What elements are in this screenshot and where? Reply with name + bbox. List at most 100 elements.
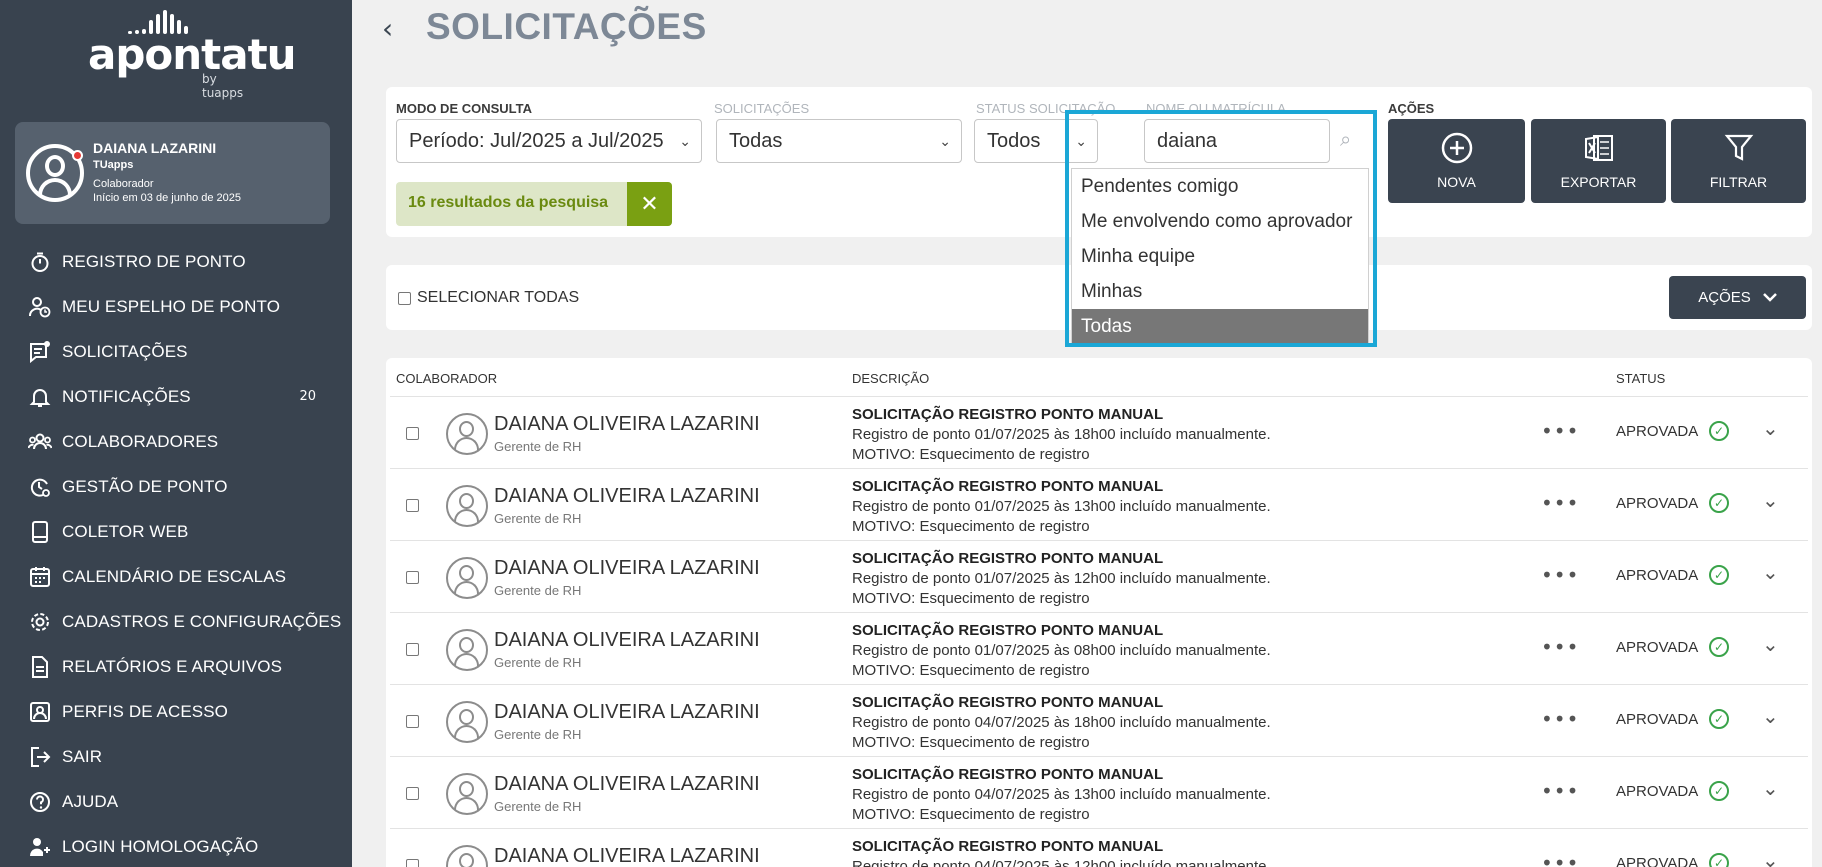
user-card[interactable]: DAIANA LAZARINI TUapps Colaborador Iníci… <box>15 122 330 224</box>
nav-cadastros-e-configuracoes[interactable]: CADASTROS E CONFIGURAÇÕES <box>0 599 352 644</box>
user-since: Início em 03 de junho de 2025 <box>93 192 242 204</box>
employee-role: Gerente de RH <box>494 727 582 742</box>
nav-coletor-web[interactable]: COLETOR WEB <box>0 509 352 554</box>
status-text: APROVADA <box>1616 639 1699 656</box>
user-company: TUapps <box>93 159 134 171</box>
status-text: APROVADA <box>1616 855 1699 867</box>
bell-icon <box>28 385 52 409</box>
check-circle-icon: ✓ <box>1709 637 1729 657</box>
bulk-actions-label: AÇÕES <box>1698 289 1751 306</box>
employee-role: Gerente de RH <box>494 511 582 526</box>
check-circle-icon: ✓ <box>1709 493 1729 513</box>
export-button-label: EXPORTAR <box>1560 174 1637 190</box>
nav-notificacoes[interactable]: NOTIFICAÇÕES 20 <box>0 374 352 419</box>
status-text: APROVADA <box>1616 783 1699 800</box>
more-options-icon[interactable]: ••• <box>1541 491 1579 515</box>
more-options-icon[interactable]: ••• <box>1541 851 1579 867</box>
nav-calendario-de-escalas[interactable]: CALENDÁRIO DE ESCALAS <box>0 554 352 599</box>
row-checkbox[interactable] <box>406 787 419 800</box>
id-badge-icon <box>28 700 52 724</box>
tablet-icon <box>28 520 52 544</box>
mode-select[interactable]: Período: Jul/2025 a Jul/2025 ⌄ <box>396 119 702 163</box>
page-title: SOLICITAÇÕES <box>426 6 707 47</box>
expand-chevron-icon[interactable]: ⌄ <box>1762 416 1779 440</box>
clear-results-button[interactable]: ✕ <box>627 182 672 226</box>
logout-icon <box>28 745 52 769</box>
table-row[interactable]: DAIANA OLIVEIRA LAZARINI Gerente de RH S… <box>390 540 1808 612</box>
export-button[interactable]: EXPORTAR <box>1531 119 1666 203</box>
row-checkbox[interactable] <box>406 715 419 728</box>
nav-perfis-de-acesso[interactable]: PERFIS DE ACESSO <box>0 689 352 734</box>
employee-name: DAIANA OLIVEIRA LAZARINI <box>494 845 760 867</box>
back-chevron-icon[interactable]: ‹ <box>382 12 393 45</box>
nav-meu-espelho-de-ponto[interactable]: MEU ESPELHO DE PONTO <box>0 284 352 329</box>
status-select[interactable]: Todos ⌄ <box>974 119 1098 163</box>
filter-button[interactable]: FILTRAR <box>1671 119 1806 203</box>
new-button[interactable]: NOVA <box>1388 119 1525 203</box>
user-clock-icon <box>28 295 52 319</box>
employee-avatar-icon <box>446 557 488 599</box>
dropdown-option-todas[interactable]: Todas <box>1072 309 1368 344</box>
employee-avatar-icon <box>446 485 488 527</box>
main-content: ‹ SOLICITAÇÕES MODO DE CONSULTA Período:… <box>352 0 1822 867</box>
checkbox-box[interactable] <box>398 291 411 305</box>
table-row[interactable]: DAIANA OLIVEIRA LAZARINI Gerente de RH S… <box>390 396 1808 468</box>
expand-chevron-icon[interactable]: ⌄ <box>1762 632 1779 656</box>
solicitacoes-select[interactable]: Todas ⌄ <box>716 119 962 163</box>
more-options-icon[interactable]: ••• <box>1541 707 1579 731</box>
nav-gestao-de-ponto[interactable]: GESTÃO DE PONTO <box>0 464 352 509</box>
nav-label: COLETOR WEB <box>62 521 189 541</box>
nav-relatorios-e-arquivos[interactable]: RELATÓRIOS E ARQUIVOS <box>0 644 352 689</box>
more-options-icon[interactable]: ••• <box>1541 779 1579 803</box>
select-all-checkbox[interactable]: SELECIONAR TODAS <box>398 289 579 307</box>
results-pill: 16 resultados da pesquisa ✕ <box>396 182 672 226</box>
more-options-icon[interactable]: ••• <box>1541 419 1579 443</box>
name-search-input[interactable]: daiana <box>1144 119 1330 163</box>
nav-colaboradores[interactable]: COLABORADORES <box>0 419 352 464</box>
request-title: SOLICITAÇÃO REGISTRO PONTO MANUAL <box>852 694 1164 711</box>
nav-label: SAIR <box>62 746 103 766</box>
request-reason: MOTIVO: Esquecimento de registro <box>852 806 1090 823</box>
request-description: SOLICITAÇÃO REGISTRO PONTO MANUAL Regist… <box>852 765 1271 825</box>
request-title: SOLICITAÇÃO REGISTRO PONTO MANUAL <box>852 766 1164 783</box>
expand-chevron-icon[interactable]: ⌄ <box>1762 704 1779 728</box>
row-checkbox[interactable] <box>406 643 419 656</box>
employee-name: DAIANA OLIVEIRA LAZARINI <box>494 629 760 651</box>
search-icon[interactable]: ⌕ <box>1340 127 1351 151</box>
clock-gear-icon <box>28 475 52 499</box>
expand-chevron-icon[interactable]: ⌄ <box>1762 848 1779 867</box>
dropdown-option-minha-equipe[interactable]: Minha equipe <box>1072 239 1368 274</box>
filter-button-label: FILTRAR <box>1709 174 1768 190</box>
nav-solicitacoes[interactable]: SOLICITAÇÕES <box>0 329 352 374</box>
nav-sair[interactable]: SAIR <box>0 734 352 779</box>
nav-login-homologacao[interactable]: LOGIN HOMOLOGAÇÃO <box>0 824 352 867</box>
mode-value: Período: Jul/2025 a Jul/2025 <box>409 129 664 152</box>
app-logo[interactable]: apontatu by tuapps <box>88 10 297 100</box>
table-row[interactable]: DAIANA OLIVEIRA LAZARINI Gerente de RH S… <box>390 468 1808 540</box>
table-row[interactable]: DAIANA OLIVEIRA LAZARINI Gerente de RH S… <box>390 612 1808 684</box>
bulk-actions-button[interactable]: AÇÕES <box>1669 276 1806 319</box>
more-options-icon[interactable]: ••• <box>1541 635 1579 659</box>
nav-registro-de-ponto[interactable]: REGISTRO DE PONTO <box>0 239 352 284</box>
expand-chevron-icon[interactable]: ⌄ <box>1762 488 1779 512</box>
request-description: SOLICITAÇÃO REGISTRO PONTO MANUAL Regist… <box>852 405 1271 465</box>
expand-chevron-icon[interactable]: ⌄ <box>1762 560 1779 584</box>
row-checkbox[interactable] <box>406 571 419 584</box>
expand-chevron-icon[interactable]: ⌄ <box>1762 776 1779 800</box>
employee-avatar-icon <box>446 845 488 867</box>
row-checkbox[interactable] <box>406 427 419 440</box>
dropdown-option-me-envolvendo[interactable]: Me envolvendo como aprovador <box>1072 204 1368 239</box>
user-role: Colaborador <box>93 178 154 190</box>
table-row[interactable]: DAIANA OLIVEIRA LAZARINI Gerente de RH S… <box>390 828 1808 867</box>
table-row[interactable]: DAIANA OLIVEIRA LAZARINI Gerente de RH S… <box>390 756 1808 828</box>
dropdown-option-minhas[interactable]: Minhas <box>1072 274 1368 309</box>
row-checkbox[interactable] <box>406 859 419 867</box>
name-search-value: daiana <box>1157 129 1218 152</box>
table-row[interactable]: DAIANA OLIVEIRA LAZARINI Gerente de RH S… <box>390 684 1808 756</box>
dropdown-option-pendentes-comigo[interactable]: Pendentes comigo <box>1072 169 1368 204</box>
check-circle-icon: ✓ <box>1709 853 1729 867</box>
more-options-icon[interactable]: ••• <box>1541 563 1579 587</box>
employee-avatar-icon <box>446 701 488 743</box>
row-checkbox[interactable] <box>406 499 419 512</box>
nav-ajuda[interactable]: AJUDA <box>0 779 352 824</box>
